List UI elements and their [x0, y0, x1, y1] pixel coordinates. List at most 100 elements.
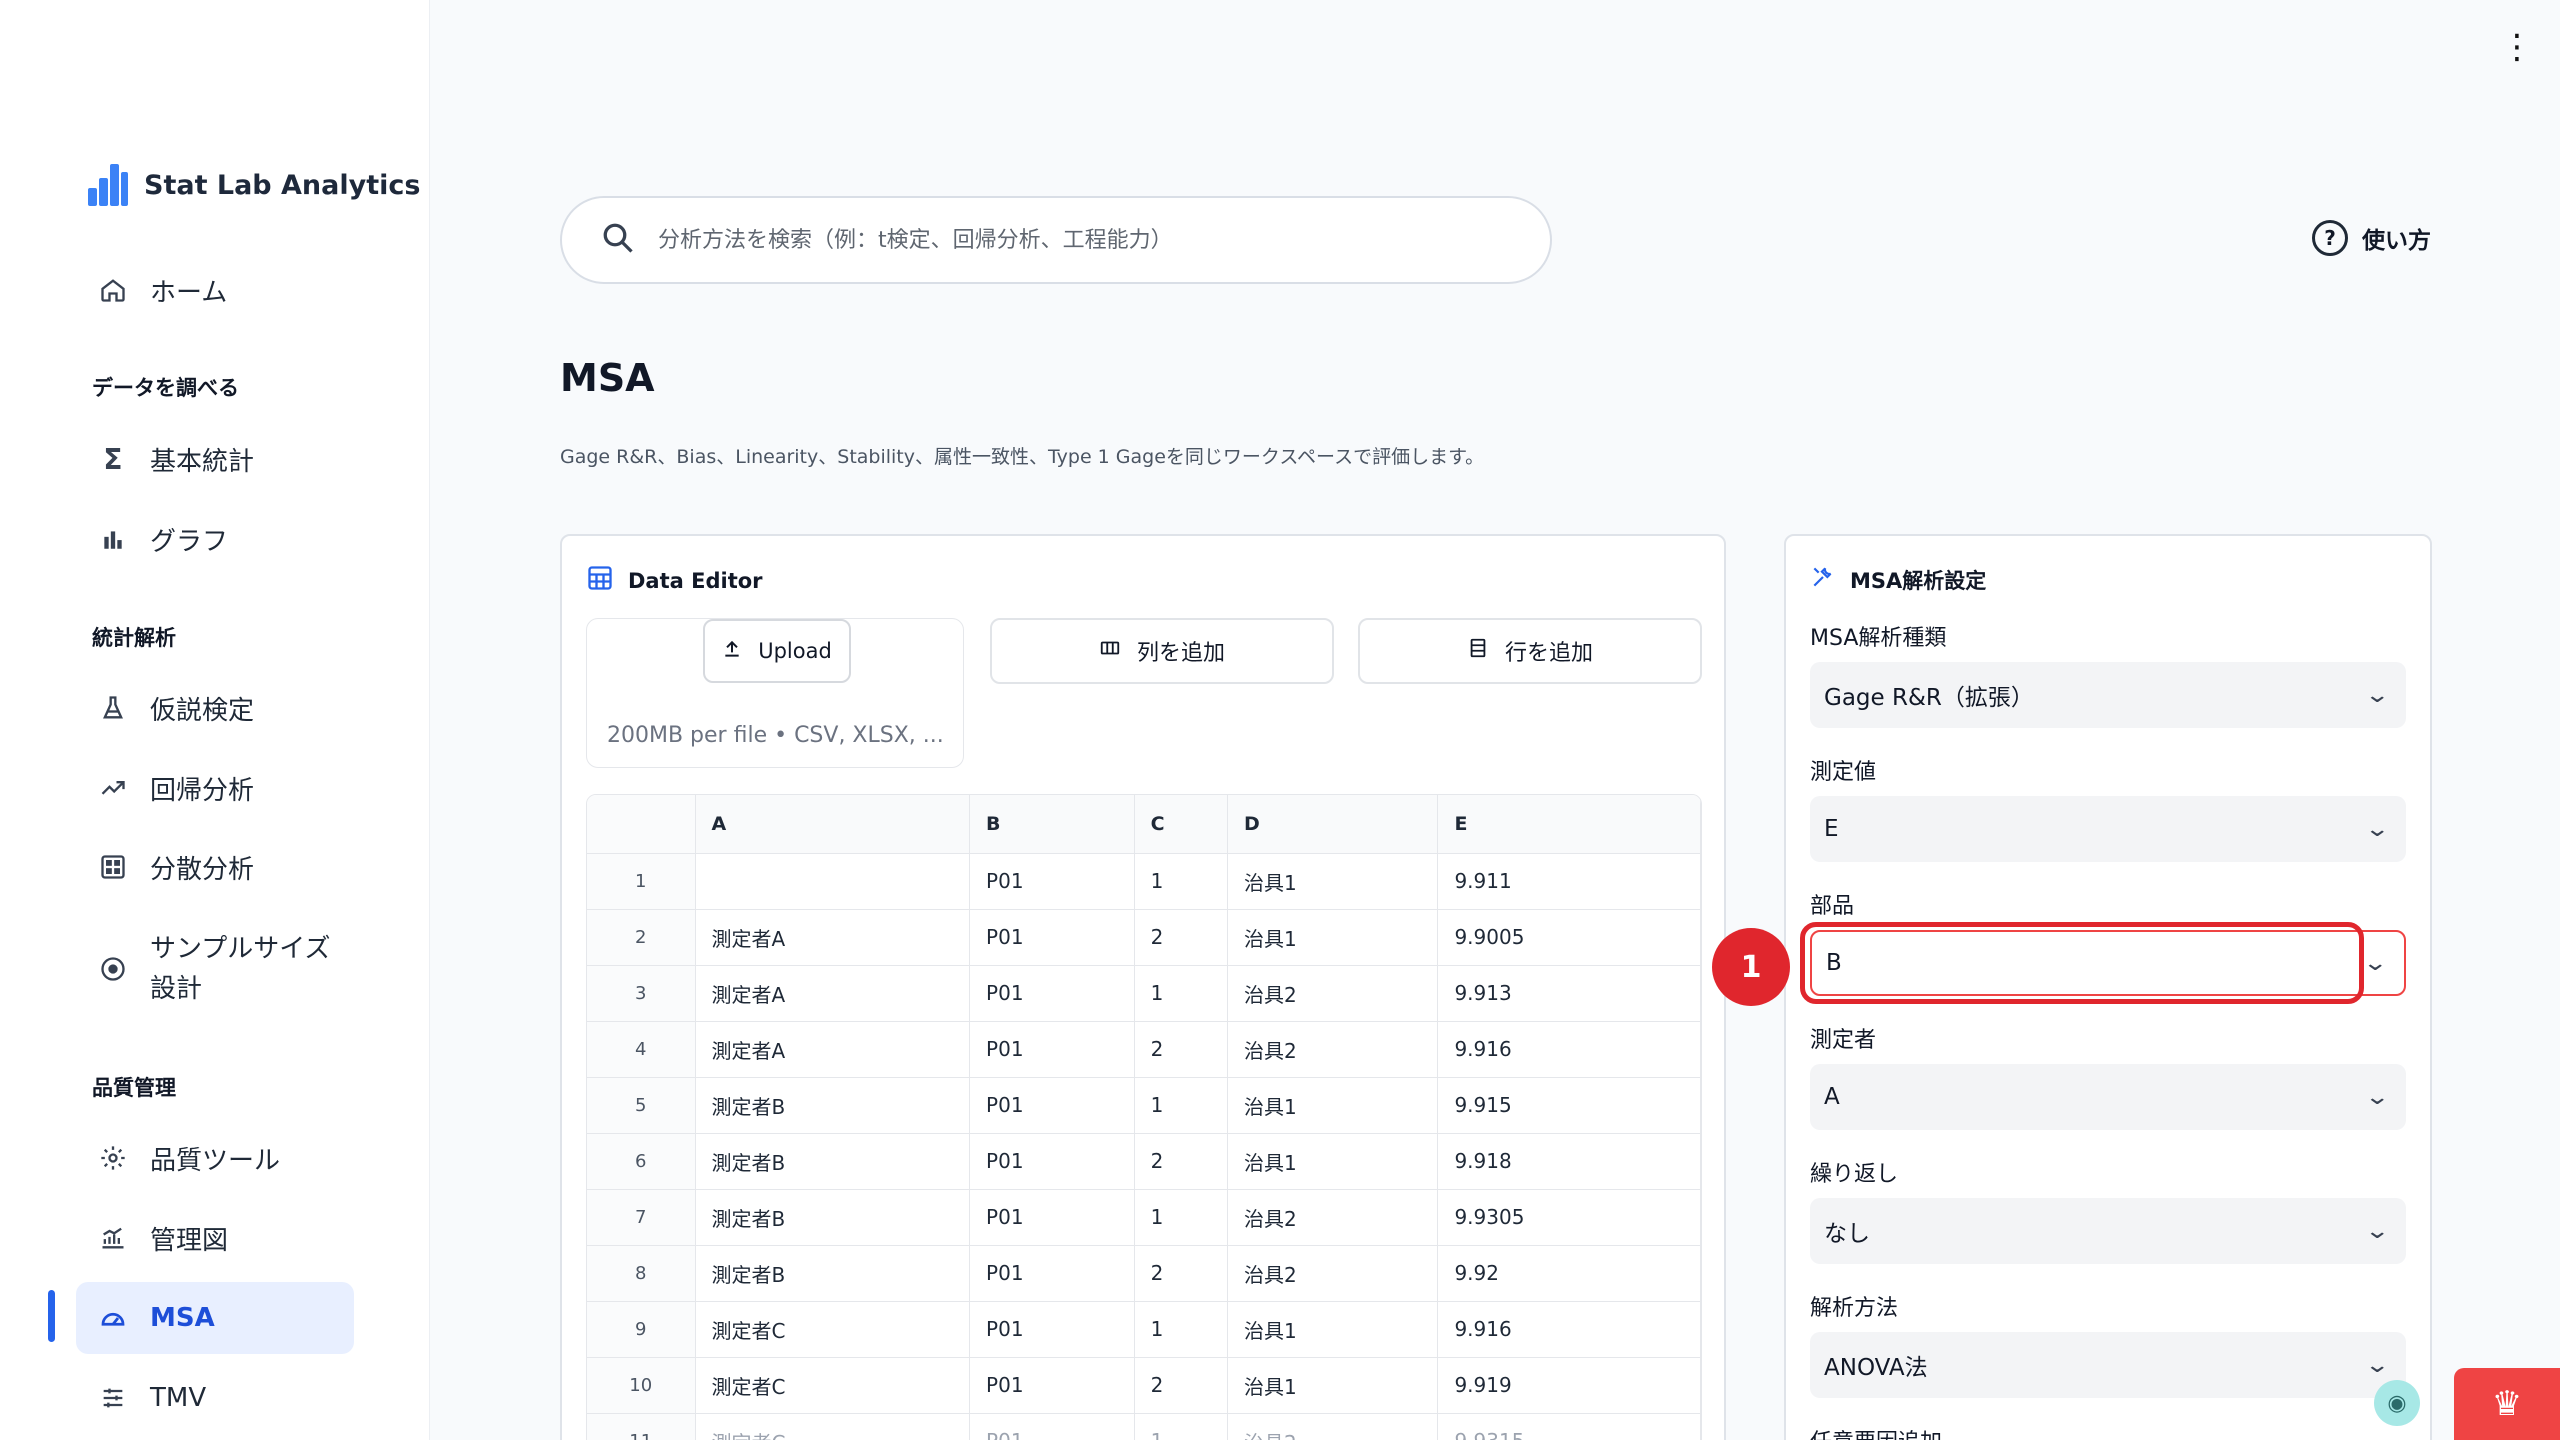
- data-grid[interactable]: A B C D E 1 P01 1 治具1 9.911 2 測定者A P01 2 治具1 9.900…: [586, 794, 1702, 1440]
- analysis-type-select[interactable]: Gage R&R（拡張） ⌄: [1810, 662, 2406, 728]
- column-header[interactable]: D: [1227, 795, 1439, 854]
- sidebar-item-hypothesis[interactable]: 仮説検定: [76, 672, 354, 744]
- table-cell[interactable]: 測定者A: [695, 1021, 971, 1078]
- upload-icon: [722, 639, 742, 664]
- table-cell[interactable]: 1: [1134, 1413, 1228, 1440]
- table-cell[interactable]: 9.9305: [1437, 1189, 1701, 1246]
- table-cell[interactable]: 2: [1134, 1245, 1228, 1302]
- table-cell[interactable]: P01: [969, 1413, 1135, 1440]
- table-cell[interactable]: 9.92: [1437, 1245, 1701, 1302]
- brand[interactable]: Stat Lab Analytics: [88, 164, 420, 206]
- upload-button[interactable]: Upload: [703, 619, 851, 683]
- table-cell[interactable]: 治具2: [1227, 1413, 1439, 1440]
- table-cell[interactable]: 治具2: [1227, 1021, 1439, 1078]
- sidebar-item-basic-stats[interactable]: Σ 基本統計: [76, 423, 354, 495]
- sidebar-item-regression[interactable]: 回帰分析: [76, 752, 354, 824]
- table-cell[interactable]: 9.913: [1437, 965, 1701, 1022]
- add-row-label: 行を追加: [1504, 641, 1593, 666]
- method-select[interactable]: ANOVA法 ⌄: [1810, 1332, 2406, 1398]
- table-row: 4 測定者A P01 2 治具2 9.916: [587, 1021, 1701, 1078]
- page-title: MSA: [560, 356, 655, 400]
- table-cell[interactable]: 9.919: [1437, 1357, 1701, 1414]
- table-cell[interactable]: 測定者B: [695, 1077, 971, 1134]
- table-cell[interactable]: 1: [1134, 1077, 1228, 1134]
- table-cell[interactable]: 2: [1134, 1021, 1228, 1078]
- add-column-button[interactable]: 列を追加: [990, 618, 1334, 684]
- table-cell[interactable]: 9.915: [1437, 1077, 1701, 1134]
- crown-icon[interactable]: ♛: [2454, 1368, 2560, 1440]
- table-cell[interactable]: 測定者A: [695, 909, 971, 966]
- sidebar-item-home[interactable]: ホーム: [76, 254, 354, 326]
- table-cell[interactable]: 治具1: [1227, 1357, 1439, 1414]
- row-index: 2: [587, 909, 696, 966]
- column-header[interactable]: C: [1134, 795, 1228, 854]
- add-row-button[interactable]: 行を追加: [1358, 618, 1702, 684]
- table-cell[interactable]: 治具1: [1227, 1301, 1439, 1358]
- table-cell[interactable]: 2: [1134, 1357, 1228, 1414]
- table-cell[interactable]: P01: [969, 1021, 1135, 1078]
- repeat-select[interactable]: なし ⌄: [1810, 1198, 2406, 1264]
- table-cell[interactable]: 治具2: [1227, 1245, 1439, 1302]
- operator-select[interactable]: A ⌄: [1810, 1064, 2406, 1130]
- gear-icon: [98, 1143, 128, 1173]
- column-header[interactable]: A: [695, 795, 971, 854]
- table-cell[interactable]: P01: [969, 1133, 1135, 1190]
- upload-label: Upload: [758, 639, 832, 663]
- row-index: 4: [587, 1021, 696, 1078]
- table-cell[interactable]: 治具2: [1227, 1189, 1439, 1246]
- sidebar-item-control-chart[interactable]: 管理図: [76, 1202, 354, 1274]
- table-cell[interactable]: 測定者C: [695, 1413, 971, 1440]
- table-cell[interactable]: 9.916: [1437, 1021, 1701, 1078]
- table-cell[interactable]: 測定者C: [695, 1357, 971, 1414]
- table-cell[interactable]: 治具1: [1227, 1133, 1439, 1190]
- table-cell[interactable]: P01: [969, 909, 1135, 966]
- table-cell[interactable]: 9.9315: [1437, 1413, 1701, 1440]
- table-cell[interactable]: 治具1: [1227, 853, 1439, 910]
- table-cell[interactable]: 治具1: [1227, 1077, 1439, 1134]
- table-cell[interactable]: 測定者B: [695, 1245, 971, 1302]
- table-cell[interactable]: 測定者C: [695, 1301, 971, 1358]
- table-cell[interactable]: 1: [1134, 965, 1228, 1022]
- table-cell[interactable]: 治具2: [1227, 965, 1439, 1022]
- table-cell[interactable]: P01: [969, 1245, 1135, 1302]
- table-cell[interactable]: 1: [1134, 1189, 1228, 1246]
- sidebar-item-anova[interactable]: 分散分析: [76, 831, 354, 903]
- search-input[interactable]: [658, 227, 1458, 253]
- table-cell[interactable]: P01: [969, 1189, 1135, 1246]
- table-cell[interactable]: 治具1: [1227, 909, 1439, 966]
- chevron-down-icon: ⌄: [2363, 816, 2390, 842]
- table-cell[interactable]: 9.916: [1437, 1301, 1701, 1358]
- table-cell[interactable]: 測定者B: [695, 1133, 971, 1190]
- sidebar-item-tmv[interactable]: TMV: [76, 1362, 354, 1434]
- assistant-avatar-icon[interactable]: ◉: [2374, 1380, 2420, 1426]
- table-cell[interactable]: 9.9005: [1437, 909, 1701, 966]
- table-cell[interactable]: P01: [969, 1301, 1135, 1358]
- sidebar-item-quality-tools[interactable]: 品質ツール: [76, 1122, 354, 1194]
- table-cell[interactable]: 測定者A: [695, 965, 971, 1022]
- file-upload-dropzone[interactable]: Upload 200MB per file • CSV, XLSX, ...: [586, 618, 964, 768]
- table-cell[interactable]: 1: [1134, 1301, 1228, 1358]
- active-indicator: [48, 1290, 55, 1342]
- table-cell[interactable]: P01: [969, 1077, 1135, 1134]
- measurement-select[interactable]: E ⌄: [1810, 796, 2406, 862]
- sidebar-item-sample-size[interactable]: サンプルサイズ設計: [76, 914, 354, 1024]
- row-index: 1: [587, 853, 696, 910]
- table-cell[interactable]: 2: [1134, 1133, 1228, 1190]
- search-bar[interactable]: [560, 196, 1552, 284]
- table-cell[interactable]: [695, 853, 971, 910]
- more-menu-icon[interactable]: ⋮: [2500, 30, 2534, 64]
- help-button[interactable]: ? 使い方: [2312, 220, 2431, 256]
- table-cell[interactable]: P01: [969, 965, 1135, 1022]
- table-cell[interactable]: 9.911: [1437, 853, 1701, 910]
- table-cell[interactable]: 測定者B: [695, 1189, 971, 1246]
- sidebar-item-label: 分散分析: [150, 854, 255, 885]
- table-cell[interactable]: P01: [969, 1357, 1135, 1414]
- table-cell[interactable]: 9.918: [1437, 1133, 1701, 1190]
- sidebar-item-graph[interactable]: グラフ: [76, 503, 354, 575]
- table-cell[interactable]: 2: [1134, 909, 1228, 966]
- table-cell[interactable]: P01: [969, 853, 1135, 910]
- sidebar-item-msa[interactable]: MSA: [76, 1282, 354, 1354]
- table-cell[interactable]: 1: [1134, 853, 1228, 910]
- column-header[interactable]: E: [1437, 795, 1701, 854]
- column-header[interactable]: B: [969, 795, 1135, 854]
